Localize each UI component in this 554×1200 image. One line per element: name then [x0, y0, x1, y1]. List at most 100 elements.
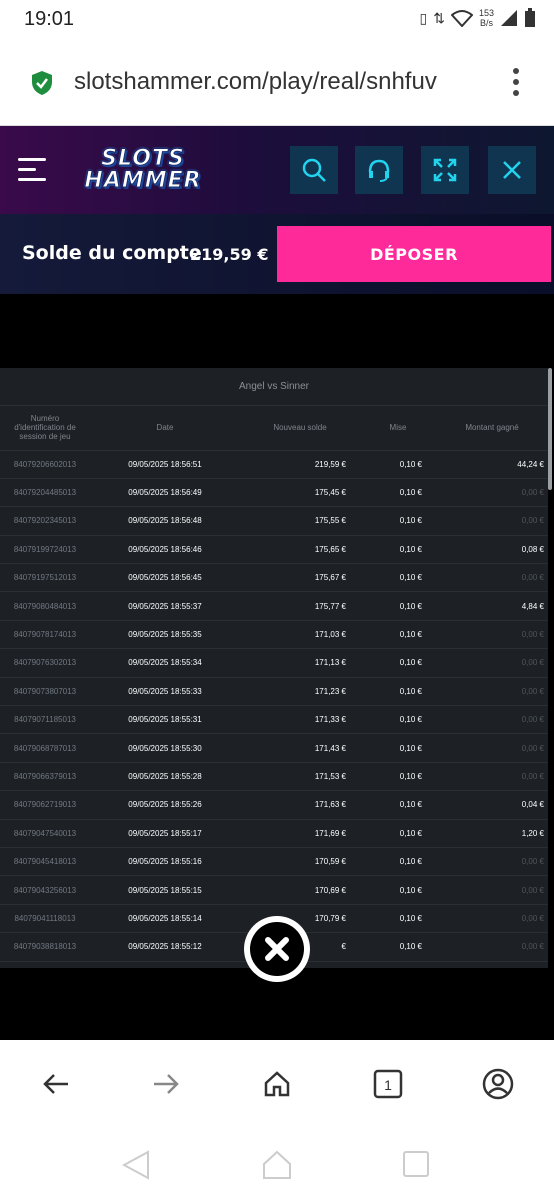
- url-text[interactable]: slotshammer.com/play/real/snhfuv: [74, 68, 484, 96]
- cell-win: 0,00 €: [436, 932, 548, 962]
- cell-new-balance: 171,23 €: [240, 677, 360, 707]
- cell-date: 09/05/2025 18:55:12: [90, 932, 240, 962]
- close-overlay-button[interactable]: [244, 916, 310, 982]
- cell-bet: 0,10 €: [360, 478, 436, 508]
- cell-bet: 0,10 €: [360, 450, 436, 479]
- cell-win: 0,00 €: [436, 620, 548, 650]
- search-button[interactable]: [290, 146, 338, 194]
- cell-session-id: 84079066379013: [0, 762, 90, 792]
- cell-new-balance: 171,63 €: [240, 790, 360, 820]
- cell-session-id: 84079080484013: [0, 591, 90, 621]
- support-button[interactable]: [355, 146, 403, 194]
- logo-line-2: HAMMER: [84, 168, 202, 193]
- cell-session-id: 84079038818013: [0, 932, 90, 962]
- net-speed: 153 B/s: [479, 8, 494, 28]
- page-scrollbar[interactable]: [548, 368, 552, 490]
- forward-button[interactable]: [146, 1064, 186, 1104]
- cell-session-id: 84079043256013: [0, 875, 90, 905]
- browser-bottom-bar: 1: [0, 1040, 554, 1126]
- cell-session-id: 84079078174013: [0, 620, 90, 650]
- fullscreen-button[interactable]: [421, 146, 469, 194]
- browser-menu-button[interactable]: [512, 68, 520, 98]
- close-icon: [503, 161, 521, 179]
- cell-bet: 0,10 €: [360, 733, 436, 763]
- svg-text:1: 1: [384, 1077, 392, 1093]
- home-button[interactable]: [257, 1064, 297, 1104]
- history-row: 84079071185013 09/05/2025 18:55:31 171,33 …: [0, 705, 548, 735]
- cell-win: 0,00 €: [436, 904, 548, 934]
- cell-session-id: 84079071185013: [0, 705, 90, 735]
- cell-bet: 0,10 €: [360, 648, 436, 678]
- cell-session-id: 84079073807013: [0, 677, 90, 707]
- cell-win: 0,00 €: [436, 705, 548, 735]
- cell-bet: 0,10 €: [360, 762, 436, 792]
- cell-date: 09/05/2025 18:55:14: [90, 904, 240, 934]
- cell-date: 09/05/2025 18:55:35: [90, 620, 240, 650]
- cell-new-balance: 170,59 €: [240, 847, 360, 877]
- cell-date: 09/05/2025 18:56:51: [90, 450, 240, 479]
- history-row: 84079076302013 09/05/2025 18:55:34 171,13 …: [0, 648, 548, 678]
- cell-new-balance: 171,33 €: [240, 705, 360, 735]
- cell-date: 09/05/2025 18:56:46: [90, 535, 240, 565]
- cell-new-balance: 171,13 €: [240, 648, 360, 678]
- history-header-row: Numéro d'identification de session de je…: [0, 406, 548, 451]
- cell-date: 09/05/2025 18:55:16: [90, 847, 240, 877]
- cell-win: 0,00 €: [436, 648, 548, 678]
- tab-count-icon: 1: [373, 1069, 403, 1099]
- browser-address-bar: slotshammer.com/play/real/snhfuv: [0, 40, 554, 126]
- cell-date: 09/05/2025 18:56:48: [90, 506, 240, 536]
- system-back-icon[interactable]: [122, 1150, 150, 1180]
- cell-new-balance: 171,03 €: [240, 620, 360, 650]
- balance-bar: Solde du compte 219,59 € DÉPOSER: [0, 214, 554, 294]
- cell-date: 09/05/2025 18:55:37: [90, 591, 240, 621]
- tabs-button[interactable]: 1: [368, 1064, 408, 1104]
- account-icon: [482, 1068, 514, 1100]
- close-game-button[interactable]: [488, 146, 536, 194]
- balance-amount: 219,59 €: [190, 245, 269, 264]
- cell-new-balance: 175,45 €: [240, 478, 360, 508]
- cell-bet: 0,10 €: [360, 563, 436, 593]
- fullscreen-icon: [433, 158, 457, 182]
- cell-win: 0,08 €: [436, 535, 548, 565]
- cell-new-balance: 171,53 €: [240, 762, 360, 792]
- history-title: Angel vs Sinner: [0, 368, 548, 406]
- cell-bet: 0,10 €: [360, 904, 436, 934]
- back-arrow-icon: [43, 1074, 68, 1094]
- system-home-icon[interactable]: [262, 1150, 292, 1180]
- cell-date: 09/05/2025 18:55:17: [90, 819, 240, 848]
- col-win: Montant gagné: [436, 406, 548, 451]
- headset-icon: [368, 159, 390, 182]
- menu-dot-icon: [513, 79, 519, 85]
- cell-new-balance: 175,55 €: [240, 506, 360, 536]
- site-header: SLOTS HAMMER: [0, 126, 554, 214]
- battery-icon: [525, 8, 535, 27]
- hamburger-menu-icon[interactable]: [18, 158, 46, 181]
- cell-win: 0,00 €: [436, 677, 548, 707]
- cell-session-id: 84079076302013: [0, 648, 90, 678]
- cell-bet: 0,10 €: [360, 591, 436, 621]
- history-row: 84079197512013 09/05/2025 18:56:45 175,67 …: [0, 563, 548, 593]
- back-button[interactable]: [36, 1064, 76, 1104]
- history-row: 84079068787013 09/05/2025 18:55:30 171,43 …: [0, 733, 548, 763]
- cell-bet: 0,10 €: [360, 819, 436, 848]
- home-icon: [264, 1071, 290, 1097]
- col-new-balance: Nouveau solde: [240, 406, 360, 451]
- account-button[interactable]: [478, 1064, 518, 1104]
- cell-win: 0,00 €: [436, 563, 548, 593]
- status-icons: ▯ ⇅ 153 B/s: [420, 8, 536, 28]
- cell-session-id: 84079062719013: [0, 790, 90, 820]
- system-recents-icon[interactable]: [402, 1150, 430, 1178]
- col-bet: Mise: [360, 406, 436, 451]
- status-time: 19:01: [24, 8, 75, 30]
- cell-win: 44,24 €: [436, 450, 548, 479]
- site-logo[interactable]: SLOTS HAMMER: [68, 138, 218, 202]
- cell-new-balance: 175,65 €: [240, 535, 360, 565]
- history-row: 84079043256013 09/05/2025 18:55:15 170,69 …: [0, 875, 548, 905]
- cell-win: 0,00 €: [436, 762, 548, 792]
- forward-arrow-icon: [154, 1074, 179, 1094]
- cell-bet: 0,10 €: [360, 677, 436, 707]
- shield-check-icon[interactable]: [30, 70, 54, 96]
- cell-session-id: 84079202345013: [0, 506, 90, 536]
- deposit-button[interactable]: DÉPOSER: [277, 226, 551, 282]
- cell-date: 09/05/2025 18:55:15: [90, 875, 240, 905]
